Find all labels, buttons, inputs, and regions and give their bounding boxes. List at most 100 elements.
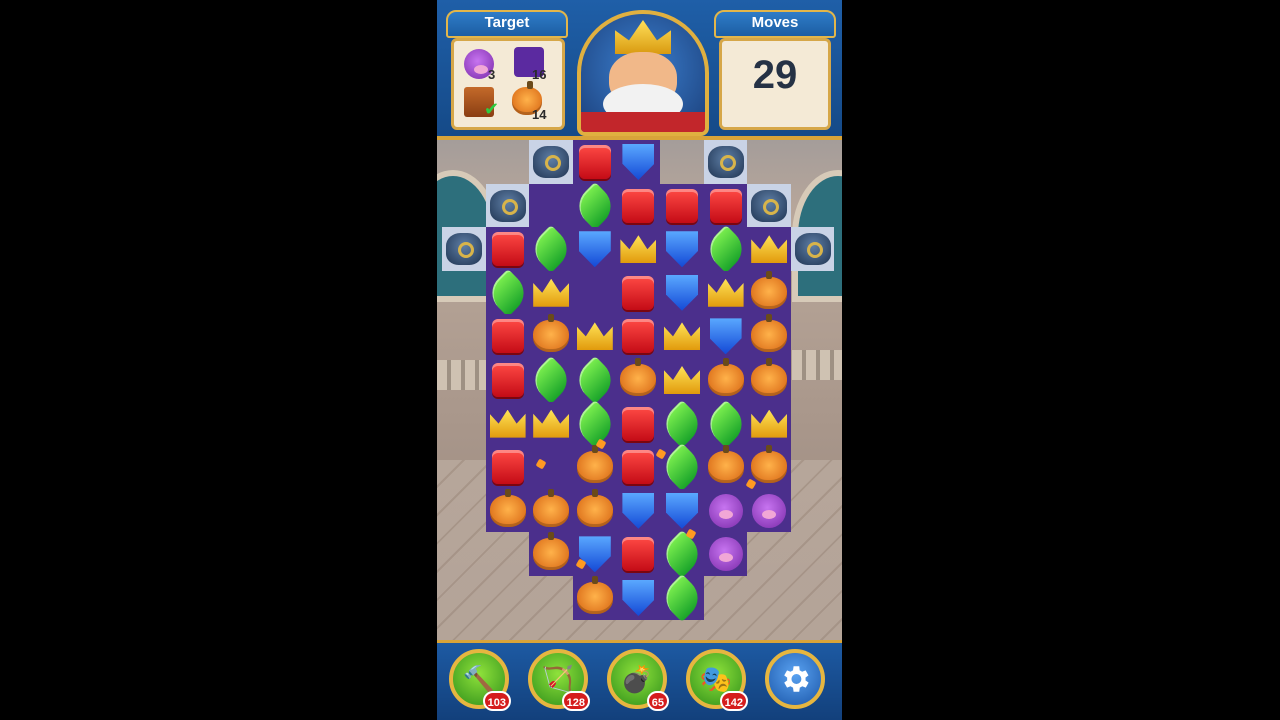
pig-icon	[708, 493, 743, 528]
red-piece[interactable]	[704, 184, 748, 228]
moves-title: Moves	[714, 10, 836, 38]
bow-arrow-icon: 🏹	[541, 664, 575, 694]
shield-icon	[666, 231, 698, 268]
pot-piece[interactable]	[486, 184, 530, 228]
red-piece[interactable]	[486, 227, 530, 271]
leaf-piece[interactable]	[657, 443, 707, 492]
crown-icon	[615, 20, 671, 54]
shield-piece[interactable]	[573, 227, 617, 271]
leaf-piece[interactable]	[570, 399, 619, 448]
red-piece[interactable]	[616, 184, 660, 228]
crown-piece[interactable]	[573, 314, 617, 358]
pumpkin-icon	[751, 270, 788, 309]
shield-icon	[622, 144, 655, 180]
crown-piece[interactable]	[529, 271, 573, 315]
red-piece[interactable]	[616, 445, 660, 489]
crown-piece[interactable]	[660, 358, 704, 402]
shield-piece[interactable]	[660, 271, 704, 315]
red-piece[interactable]	[616, 402, 660, 446]
red-icon	[709, 188, 742, 223]
crown-icon	[533, 409, 570, 438]
leaf-icon	[527, 355, 576, 405]
crown-piece[interactable]	[529, 402, 573, 446]
pumpkin-piece[interactable]	[573, 445, 617, 489]
pumpkin-piece[interactable]	[573, 488, 617, 533]
pumpkin-piece[interactable]	[529, 314, 573, 358]
crown-piece[interactable]	[704, 271, 748, 315]
red-piece[interactable]	[616, 271, 660, 315]
pumpkin-piece[interactable]	[486, 488, 530, 533]
red-icon	[491, 232, 524, 267]
shield-icon	[666, 274, 698, 311]
crown-icon	[664, 322, 700, 351]
pot-piece[interactable]	[442, 227, 486, 271]
pumpkin-piece[interactable]	[616, 358, 660, 402]
leaf-piece[interactable]	[701, 399, 750, 448]
shield-piece[interactable]	[704, 314, 748, 358]
cannon-icon: 💣	[620, 664, 654, 694]
king-portrait	[577, 10, 709, 136]
pumpkin-piece[interactable]	[704, 358, 748, 402]
crown-icon	[751, 235, 788, 264]
shield-piece[interactable]	[616, 576, 660, 620]
jester-booster-button[interactable]: 🎭 142	[686, 649, 748, 711]
leaf-piece[interactable]	[701, 225, 750, 274]
pumpkin-icon	[576, 576, 613, 614]
red-icon	[622, 450, 655, 485]
arrow-booster-button[interactable]: 🏹 128	[528, 649, 590, 711]
pot-piece[interactable]	[704, 140, 748, 184]
game-board	[437, 140, 842, 640]
pot-piece[interactable]	[529, 140, 573, 184]
leaf-piece[interactable]	[657, 399, 707, 448]
leaf-piece[interactable]	[483, 268, 532, 317]
shield-piece[interactable]	[660, 489, 704, 533]
leaf-piece[interactable]	[657, 573, 707, 623]
pig-piece[interactable]	[747, 489, 791, 533]
pumpkin-icon	[751, 358, 788, 396]
shield-piece[interactable]	[616, 140, 660, 184]
pumpkin-piece[interactable]	[704, 445, 748, 489]
crown-piece[interactable]	[486, 402, 530, 446]
pumpkin-piece[interactable]	[747, 314, 791, 358]
cannon-booster-button[interactable]: 💣 65	[607, 649, 669, 711]
leaf-piece[interactable]	[527, 355, 576, 405]
crown-piece[interactable]	[616, 227, 660, 271]
red-piece[interactable]	[486, 445, 530, 489]
pumpkin-piece[interactable]	[747, 358, 791, 402]
hammer-booster-button[interactable]: 🔨 103	[449, 649, 511, 711]
red-piece[interactable]	[486, 314, 530, 358]
red-piece[interactable]	[486, 358, 530, 402]
settings-button[interactable]	[765, 649, 825, 709]
pot-piece[interactable]	[791, 227, 835, 271]
red-piece[interactable]	[573, 140, 617, 184]
crown-piece[interactable]	[747, 227, 791, 271]
leaf-icon	[701, 399, 750, 448]
pumpkin-piece[interactable]	[529, 532, 573, 576]
red-piece[interactable]	[616, 532, 660, 576]
pumpkin-icon	[576, 488, 613, 527]
pot-piece[interactable]	[747, 184, 791, 228]
leaf-piece[interactable]	[570, 355, 619, 405]
leaf-icon	[701, 225, 750, 274]
crown-piece[interactable]	[747, 402, 791, 446]
red-piece[interactable]	[616, 314, 660, 358]
pumpkin-piece[interactable]	[529, 488, 573, 533]
leaf-icon	[657, 399, 707, 448]
top-hud: Target 3 16 ✔ 14 Moves 29	[437, 0, 842, 140]
shield-icon	[622, 492, 655, 529]
pig-piece[interactable]	[704, 489, 748, 533]
leaf-piece[interactable]	[570, 181, 619, 230]
leaf-piece[interactable]	[527, 225, 576, 274]
pumpkin-piece[interactable]	[747, 270, 791, 315]
pumpkin-piece[interactable]	[573, 576, 617, 620]
crown-piece[interactable]	[660, 314, 704, 358]
shield-piece[interactable]	[660, 227, 704, 271]
red-piece[interactable]	[660, 184, 704, 228]
hammer-count-badge: 103	[482, 691, 511, 711]
pig-piece[interactable]	[704, 532, 748, 576]
shield-piece[interactable]	[616, 489, 660, 533]
pumpkin-icon	[707, 358, 744, 396]
crown-icon	[533, 278, 570, 307]
shield-piece[interactable]	[573, 532, 617, 576]
leaf-piece[interactable]	[657, 530, 707, 579]
